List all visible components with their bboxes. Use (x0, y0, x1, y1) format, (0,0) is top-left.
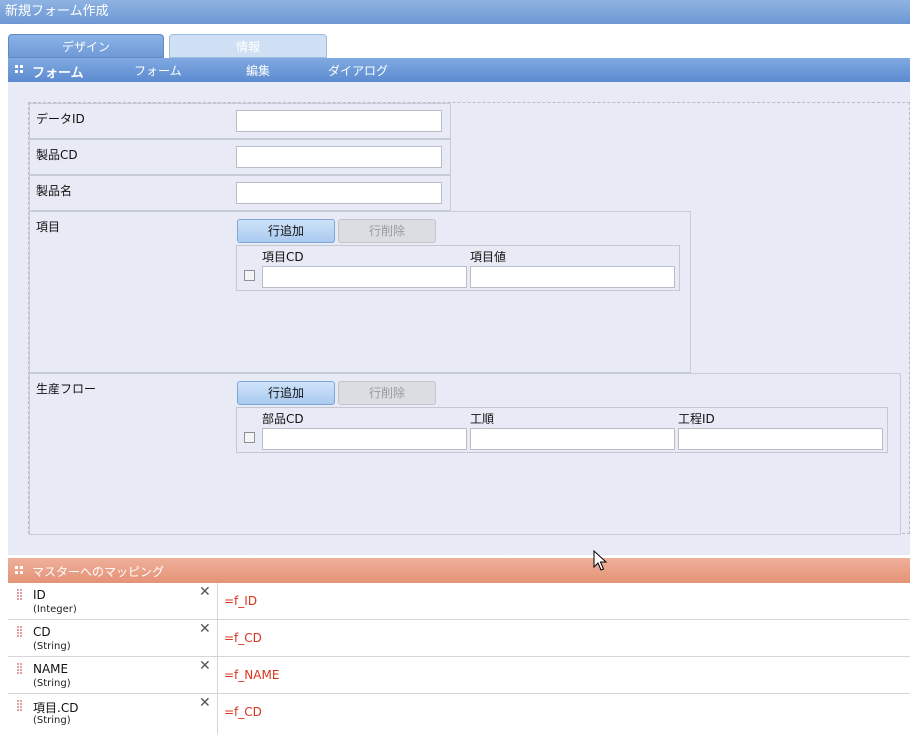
form-area: データID 製品CD 製品名 項目 行追加 行削除 項目CD 項目値 生産フロー (28, 102, 910, 535)
production-flow-grid: 部品CD 工順 工程ID (236, 407, 888, 453)
column-header-process-order: 工順 (470, 412, 495, 426)
column-header-part-cd: 部品CD (262, 412, 304, 426)
mapping-title: マスターへのマッピング (32, 565, 165, 579)
mapping-expression[interactable]: =f_CD (224, 631, 262, 645)
tab-bar: デザイン 情報 (0, 24, 910, 58)
close-icon[interactable]: ✕ (199, 621, 211, 637)
mapping-field-type: (String) (33, 678, 71, 689)
tab-design[interactable]: デザイン (8, 34, 164, 58)
delete-row-button: 行削除 (338, 219, 436, 243)
mapping-field-type: (String) (33, 641, 71, 652)
tab-info[interactable]: 情報 (169, 34, 327, 58)
mapping-row[interactable]: 項目.CD (String) ✕ =f_CD (8, 694, 910, 734)
items-grid: 項目CD 項目値 (236, 245, 680, 291)
form-menubar: フォーム フォーム 編集 ダイアログ (8, 58, 910, 82)
product-name-input[interactable] (236, 182, 442, 204)
column-header-process-id: 工程ID (678, 412, 715, 426)
item-value-cell[interactable] (470, 266, 675, 288)
delete-row-button: 行削除 (338, 381, 436, 405)
drag-handle-icon[interactable] (17, 589, 23, 601)
mapping-field-cell: 項目.CD (String) ✕ (8, 694, 218, 734)
add-row-button[interactable]: 行追加 (237, 219, 335, 243)
part-cd-cell[interactable] (262, 428, 467, 450)
mapping-row[interactable]: CD (String) ✕ =f_CD (8, 620, 910, 657)
row-select-checkbox[interactable] (244, 432, 255, 443)
mapping-field-type: (Integer) (33, 604, 77, 615)
menubar-title: フォーム (32, 66, 84, 81)
mapping-list: ID (Integer) ✕ =f_ID CD (String) ✕ =f_CD… (8, 583, 910, 734)
field-label-product-cd: 製品CD (36, 148, 78, 162)
add-row-button[interactable]: 行追加 (237, 381, 335, 405)
process-id-cell[interactable] (678, 428, 883, 450)
close-icon[interactable]: ✕ (199, 658, 211, 674)
mouse-cursor-icon (593, 550, 608, 571)
row-select-checkbox[interactable] (244, 270, 255, 281)
mapping-expression[interactable]: =f_ID (224, 594, 257, 608)
grip-icon[interactable] (15, 566, 24, 575)
table-section-items: 項目 行追加 行削除 項目CD 項目値 (29, 211, 691, 373)
mapping-field-type: (String) (33, 715, 71, 726)
mapping-header: マスターへのマッピング (8, 558, 910, 583)
design-canvas: データID 製品CD 製品名 項目 行追加 行削除 項目CD 項目値 生産フロー (8, 82, 910, 555)
field-row-data-id: データID (29, 103, 451, 139)
mapping-field-name: ID (33, 588, 46, 602)
field-row-product-name: 製品名 (29, 175, 451, 211)
item-cd-cell[interactable] (262, 266, 467, 288)
drag-handle-icon[interactable] (17, 700, 23, 712)
data-id-input[interactable] (236, 110, 442, 132)
close-icon[interactable]: ✕ (199, 695, 211, 711)
table-section-production-flow: 生産フロー 行追加 行削除 部品CD 工順 工程ID (29, 373, 901, 535)
mapping-field-name: NAME (33, 662, 69, 676)
mapping-field-cell: NAME (String) ✕ (8, 657, 218, 693)
mapping-expression[interactable]: =f_CD (224, 705, 262, 719)
field-row-product-cd: 製品CD (29, 139, 451, 175)
mapping-field-name: CD (33, 625, 51, 639)
window-title: 新規フォーム作成 (0, 0, 910, 24)
mapping-field-cell: CD (String) ✕ (8, 620, 218, 656)
mapping-row[interactable]: NAME (String) ✕ =f_NAME (8, 657, 910, 694)
column-header-item-cd: 項目CD (262, 250, 304, 264)
mapping-field-name: 項目.CD (33, 701, 79, 715)
table-label-items: 項目 (36, 220, 61, 234)
mapping-field-cell: ID (Integer) ✕ (8, 583, 218, 619)
column-header-item-value: 項目値 (470, 250, 507, 264)
field-label-product-name: 製品名 (36, 184, 73, 198)
mapping-row[interactable]: ID (Integer) ✕ =f_ID (8, 583, 910, 620)
grip-icon[interactable] (15, 65, 24, 74)
product-cd-input[interactable] (236, 146, 442, 168)
menu-item-dialog[interactable]: ダイアログ (328, 62, 388, 79)
close-icon[interactable]: ✕ (199, 584, 211, 600)
field-label-data-id: データID (36, 112, 85, 126)
menu-item-form[interactable]: フォーム (134, 62, 182, 79)
drag-handle-icon[interactable] (17, 626, 23, 638)
drag-handle-icon[interactable] (17, 663, 23, 675)
table-label-production-flow: 生産フロー (36, 382, 97, 396)
menu-item-edit[interactable]: 編集 (246, 62, 270, 79)
mapping-expression[interactable]: =f_NAME (224, 668, 279, 682)
process-order-cell[interactable] (470, 428, 675, 450)
